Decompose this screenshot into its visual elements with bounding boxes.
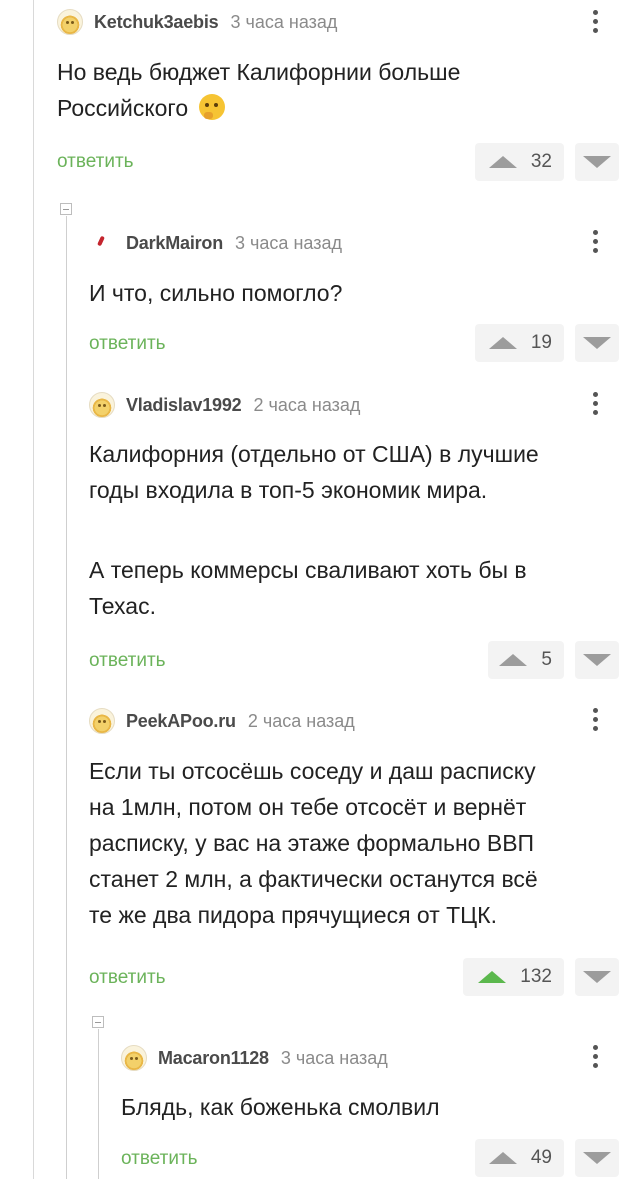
more-options-icon[interactable] <box>593 10 599 37</box>
downvote-button[interactable] <box>575 1139 619 1177</box>
comment-text: Блядь, как боженька смолвил <box>121 1089 440 1125</box>
downvote-button[interactable] <box>575 641 619 679</box>
comment-text-line: А теперь коммерсы сваливают хоть бы в <box>89 557 527 583</box>
more-options-icon[interactable] <box>593 230 599 257</box>
timestamp[interactable]: 3 часа назад <box>235 233 342 254</box>
upvote-arrow-icon <box>488 156 517 168</box>
author-name[interactable]: PeekAPoo.ru <box>126 711 236 732</box>
thinking-face-icon <box>198 94 225 120</box>
more-options-icon[interactable] <box>593 1045 599 1072</box>
timestamp[interactable]: 3 часа назад <box>230 12 337 33</box>
more-options-icon[interactable] <box>593 708 599 735</box>
comment-text-line: расписку, у вас на этаже формально ВВП <box>89 830 535 856</box>
timestamp[interactable]: 3 часа назад <box>281 1048 388 1069</box>
upvote-button[interactable]: 5 <box>488 641 564 679</box>
avatar[interactable] <box>89 708 115 734</box>
vote-count: 5 <box>541 649 552 670</box>
comment-text-line: Российского <box>57 90 460 126</box>
comment-text-line <box>89 508 539 552</box>
thread-line <box>98 1029 99 1179</box>
comment-text-line: Калифорния (отдельно от США) в лучшие <box>89 441 539 467</box>
downvote-button[interactable] <box>575 958 619 996</box>
author-name[interactable]: Ketchuk3aebis <box>94 12 219 33</box>
comment-text-line: годы входила в топ-5 экономик мира. <box>89 477 488 503</box>
comment-header: Macaron1128 3 часа назад <box>121 1038 388 1078</box>
upvote-arrow-icon <box>488 337 517 349</box>
comment-header: Vladislav1992 2 часа назад <box>89 385 360 425</box>
left-edge-line <box>33 0 34 1179</box>
comment-text-line: Блядь, как боженька смолвил <box>121 1094 440 1120</box>
comment-text: Если ты отсосёшь соседу и даш расписку н… <box>89 753 538 933</box>
downvote-button[interactable] <box>575 324 619 362</box>
more-options-icon[interactable] <box>593 392 599 419</box>
comment-text-line: Если ты отсосёшь соседу и даш расписку <box>89 758 536 784</box>
comment-header: PeekAPoo.ru 2 часа назад <box>89 701 355 741</box>
avatar[interactable] <box>57 9 83 35</box>
comment-header: DarkMairon 3 часа назад <box>89 223 342 263</box>
downvote-button[interactable] <box>575 143 619 181</box>
comment-text-line: Но ведь бюджет Калифорнии больше <box>57 59 461 85</box>
timestamp[interactable]: 2 часа назад <box>248 711 355 732</box>
upvote-button[interactable]: 32 <box>475 143 564 181</box>
comment-header: Ketchuk3aebis 3 часа назад <box>57 2 337 42</box>
comment-text-line: Техас. <box>89 593 156 619</box>
reply-link[interactable]: ответить <box>89 967 166 989</box>
author-name[interactable]: Macaron1128 <box>158 1048 269 1069</box>
avatar[interactable] <box>89 230 115 256</box>
upvote-arrow-icon <box>488 1152 517 1164</box>
comment-text: Но ведь бюджет Калифорнии больше Российс… <box>57 54 460 126</box>
comment-text-line: станет 2 млн, а фактически останутся всё <box>89 866 538 892</box>
comment-text: Калифорния (отдельно от США) в лучшие го… <box>89 436 539 624</box>
collapse-thread-button[interactable] <box>92 1016 104 1028</box>
comment-text-line: те же два пидора прячущиеся от ТЦК. <box>89 902 497 928</box>
author-name[interactable]: DarkMairon <box>126 233 223 254</box>
upvote-button[interactable]: 19 <box>475 324 564 362</box>
upvote-button[interactable]: 49 <box>475 1139 564 1177</box>
vote-count: 19 <box>530 332 552 353</box>
comment-text-line: на 1млн, потом он тебе отсосёт и вернёт <box>89 794 527 820</box>
author-name[interactable]: Vladislav1992 <box>126 395 242 416</box>
vote-count: 32 <box>530 151 552 172</box>
vote-count: 132 <box>520 966 552 987</box>
reply-link[interactable]: ответить <box>89 333 166 355</box>
collapse-thread-button[interactable] <box>60 203 72 215</box>
avatar[interactable] <box>121 1045 147 1071</box>
upvote-button[interactable]: 132 <box>463 958 564 996</box>
avatar[interactable] <box>89 392 115 418</box>
comment-text: И что, сильно помогло? <box>89 275 342 311</box>
reply-link[interactable]: ответить <box>89 650 166 672</box>
vote-count: 49 <box>530 1147 552 1168</box>
comment-text-line: И что, сильно помогло? <box>89 280 343 306</box>
timestamp[interactable]: 2 часа назад <box>254 395 361 416</box>
reply-link[interactable]: ответить <box>57 151 134 173</box>
reply-link[interactable]: ответить <box>121 1148 198 1170</box>
thread-line <box>66 216 67 1179</box>
upvote-arrow-icon <box>499 654 528 666</box>
upvote-arrow-icon <box>478 971 507 983</box>
